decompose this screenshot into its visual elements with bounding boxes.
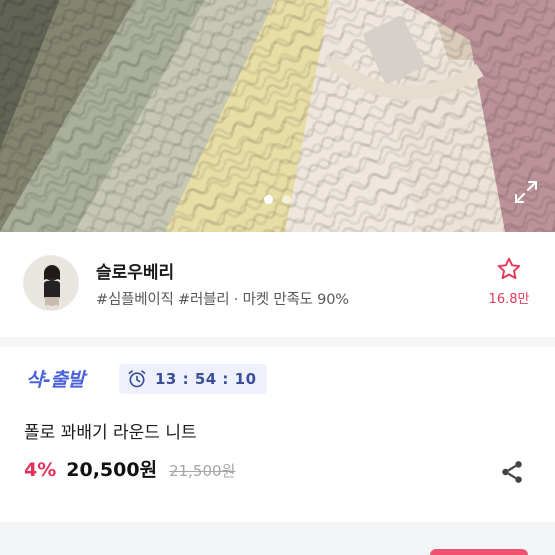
star-outline-icon bbox=[497, 257, 521, 280]
purchase-button[interactable] bbox=[430, 549, 528, 555]
original-price: 21,500원 bbox=[169, 462, 236, 480]
countdown-timer: 13 : 54 : 10 bbox=[119, 364, 267, 394]
product-title: 폴로 꽈배기 라운드 니트 bbox=[24, 423, 197, 443]
shop-tags: #심플베이직 #러블리 · 마켓 만족도 90% bbox=[96, 292, 349, 308]
promo-label: 샥-출발 bbox=[26, 369, 85, 391]
expand-button[interactable] bbox=[511, 177, 541, 207]
sale-price: 20,500원 bbox=[66, 459, 158, 481]
favorite-button[interactable]: 16.8만 bbox=[487, 256, 531, 307]
carousel-indicator bbox=[0, 195, 555, 204]
section-divider bbox=[0, 337, 555, 347]
carousel-dot-active[interactable] bbox=[264, 195, 273, 204]
favorite-count: 16.8만 bbox=[488, 292, 530, 307]
expand-icon bbox=[515, 181, 537, 203]
share-button[interactable] bbox=[499, 459, 525, 485]
shop-name[interactable]: 슬로우베리 bbox=[96, 258, 174, 283]
discount-rate: 4% bbox=[24, 459, 57, 481]
shop-info[interactable]: 슬로우베리 #심플베이직 #러블리 · 마켓 만족도 90% 16.8만 bbox=[0, 232, 555, 337]
carousel-dot[interactable] bbox=[282, 195, 291, 204]
alarm-clock-icon bbox=[128, 370, 146, 388]
share-icon bbox=[502, 461, 522, 483]
timer-value: 13 : 54 : 10 bbox=[155, 370, 257, 388]
product-image-carousel[interactable] bbox=[0, 0, 555, 232]
price-row: 4% 20,500원 21,500원 bbox=[24, 455, 235, 482]
shop-avatar[interactable] bbox=[23, 255, 79, 311]
